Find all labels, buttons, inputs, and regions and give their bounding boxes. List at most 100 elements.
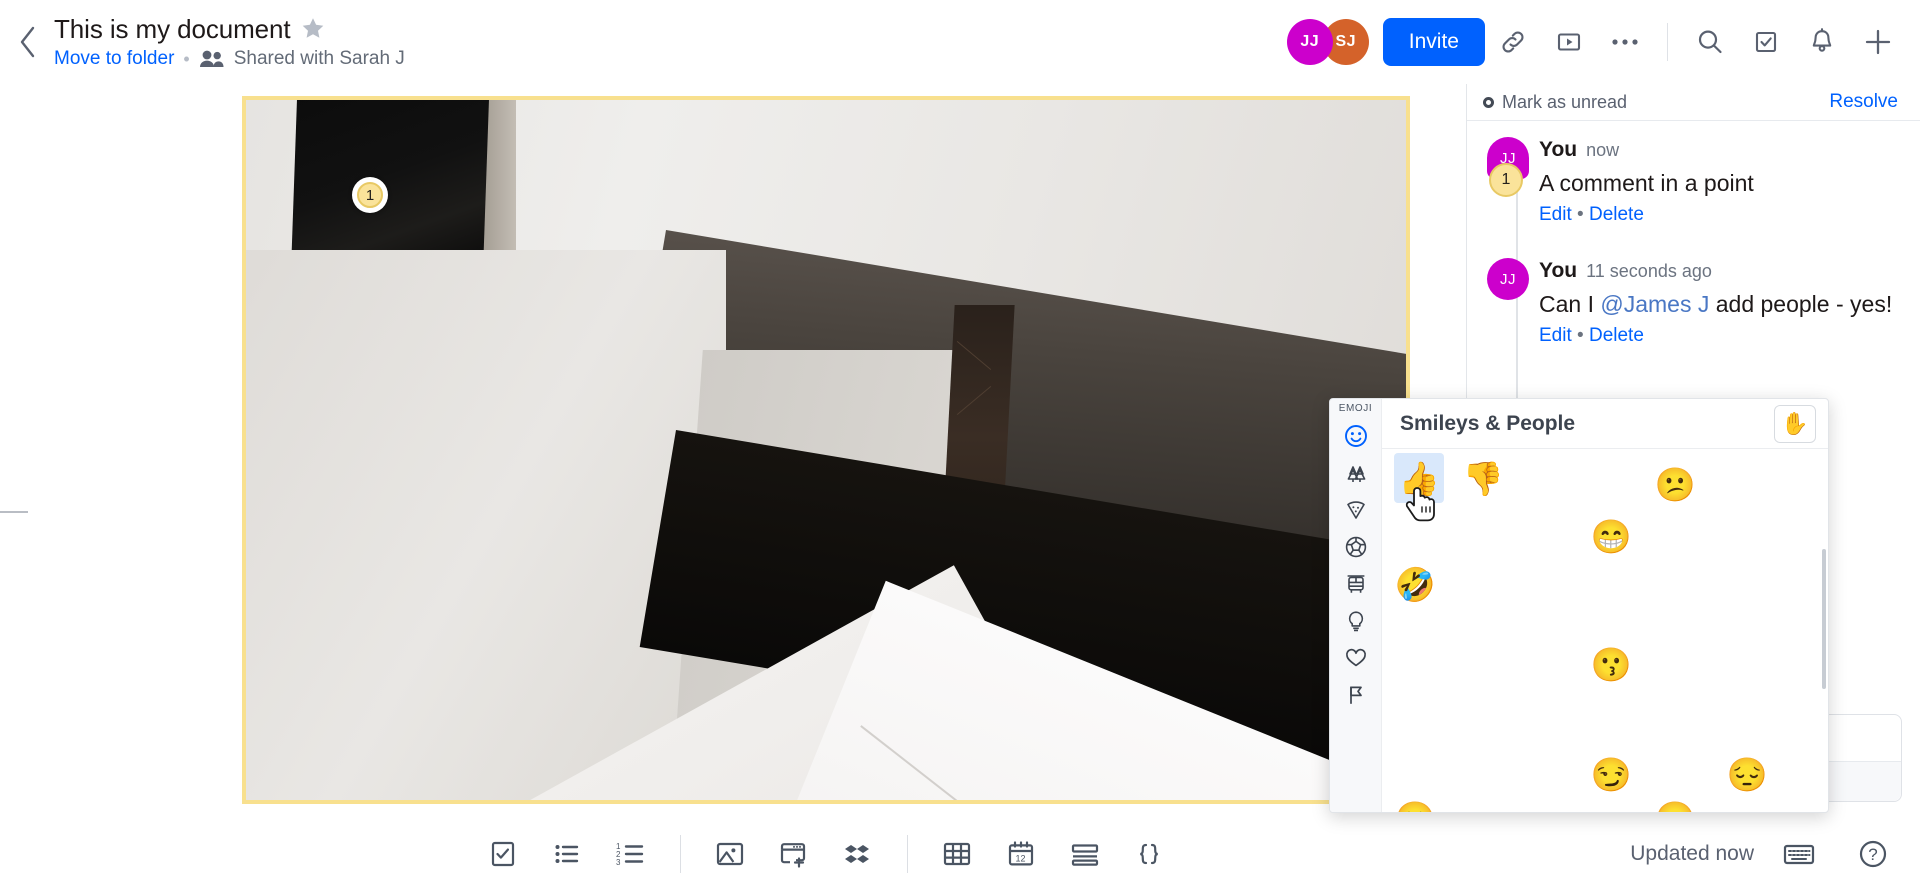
emoji-section-title: Smileys & People <box>1400 411 1576 435</box>
delete-comment-link[interactable]: Delete <box>1589 325 1644 346</box>
code-block-icon[interactable] <box>1120 825 1178 883</box>
edit-comment-link[interactable]: Edit <box>1539 204 1572 225</box>
travel-places-category-icon[interactable] <box>1336 565 1376 602</box>
notifications-button[interactable] <box>1794 14 1850 70</box>
emoji-category-rail: EMOJI <box>1330 399 1382 812</box>
header-separator: • <box>183 48 190 69</box>
symbols-category-icon[interactable] <box>1336 639 1376 676</box>
table-icon[interactable] <box>928 825 986 883</box>
star-icon[interactable] <box>301 17 325 40</box>
comment-avatar-column: JJ <box>1487 258 1539 347</box>
document-left-marker <box>0 511 28 513</box>
smileys-people-category-icon[interactable] <box>1336 417 1376 454</box>
svg-text:3: 3 <box>616 858 621 867</box>
tasks-checkbox-icon <box>1755 31 1777 53</box>
action-separator: • <box>1577 325 1584 346</box>
comment-pin-badge[interactable]: 1 <box>1489 163 1523 197</box>
more-horizontal-icon <box>1612 39 1638 45</box>
comment-thread: JJ 1 You now A comment in a point Edit •… <box>1467 121 1920 605</box>
checklist-icon[interactable] <box>474 825 532 883</box>
plus-icon <box>1865 29 1891 55</box>
comment-item: JJ You 11 seconds ago Can I @James J add… <box>1467 232 1920 353</box>
mark-as-unread-button[interactable]: Mark as unread <box>1483 92 1627 113</box>
beaming-face-emoji[interactable]: 😁 <box>1586 511 1636 561</box>
skin-tone-button[interactable]: ✋ <box>1774 404 1816 443</box>
comment-timestamp: 11 seconds ago <box>1586 261 1712 281</box>
comment-text-before: Can I <box>1539 291 1601 317</box>
thumbs-up-emoji[interactable]: 👍 <box>1394 453 1444 503</box>
comment-text: A comment in a point <box>1539 170 1754 196</box>
thumbs-down-emoji[interactable]: 👎 <box>1458 453 1508 503</box>
help-circle-icon[interactable]: ? <box>1844 825 1902 883</box>
flags-category-icon[interactable] <box>1336 676 1376 713</box>
image-icon[interactable] <box>701 825 759 883</box>
header-actions: JJ SJ Invite <box>1286 0 1920 84</box>
food-drink-category-icon[interactable] <box>1336 491 1376 528</box>
divider-block-icon[interactable] <box>1056 825 1114 883</box>
link-icon <box>1502 31 1524 53</box>
avatar[interactable]: JJ <box>1286 19 1333 65</box>
calendar-icon[interactable]: 12 <box>992 825 1050 883</box>
search-button[interactable] <box>1682 14 1738 70</box>
app-window: This is my document Move to folder • Sha… <box>0 0 1920 896</box>
confused-face-emoji-2[interactable]: 😕 <box>1390 793 1440 813</box>
objects-category-icon[interactable] <box>1336 602 1376 639</box>
bell-icon <box>1812 28 1832 52</box>
toolbar-divider <box>907 835 908 873</box>
svg-text:12: 12 <box>1016 854 1026 864</box>
confounded-face-emoji[interactable]: 😖 <box>1650 793 1700 813</box>
comment-timestamp: now <box>1586 140 1620 160</box>
emoji-picker-header: Smileys & People ✋ <box>1382 399 1828 449</box>
bulleted-list-icon[interactable] <box>538 825 596 883</box>
play-box-icon <box>1557 33 1581 51</box>
unread-dot-icon <box>1483 96 1494 108</box>
move-to-folder-link[interactable]: Move to folder <box>54 48 174 70</box>
photo-wall-left <box>246 250 726 800</box>
copy-link-button[interactable] <box>1485 14 1541 70</box>
emoji-grid[interactable]: 👍👎😕😁🤣😗😏😔😕😖😌😣 <box>1382 449 1828 812</box>
resolve-button[interactable]: Resolve <box>1829 91 1898 113</box>
tasks-button[interactable] <box>1738 14 1794 70</box>
numbered-list-icon[interactable]: 1 2 3 <box>602 825 660 883</box>
comment-actions: Edit • Delete <box>1539 325 1900 347</box>
rolling-on-floor-laughing-emoji[interactable]: 🤣 <box>1390 559 1440 609</box>
comment-text-after: add people - yes! <box>1709 291 1893 317</box>
comment-body: You now A comment in a point Edit • Dele… <box>1539 137 1900 226</box>
present-button[interactable] <box>1541 14 1597 70</box>
chevron-left-icon <box>20 26 35 58</box>
kissing-face-emoji[interactable]: 😗 <box>1586 639 1636 689</box>
dropbox-icon[interactable] <box>829 825 887 883</box>
status-area: Updated now ? <box>1630 812 1902 896</box>
avatar[interactable]: JJ <box>1487 258 1529 300</box>
pensive-face-emoji[interactable]: 😔 <box>1722 749 1772 799</box>
smirking-face-emoji[interactable]: 😏 <box>1586 749 1636 799</box>
activities-category-icon[interactable] <box>1336 528 1376 565</box>
people-icon <box>199 49 225 69</box>
updated-status: Updated now <box>1630 842 1754 865</box>
emoji-picker-popup[interactable]: EMOJI Smileys & People ✋ 👍 👎 😕 😁 🤣 😗 😏 😔 <box>1329 398 1829 813</box>
create-new-button[interactable] <box>1850 14 1906 70</box>
invite-button[interactable]: Invite <box>1382 18 1485 66</box>
comment-author: You <box>1539 259 1578 282</box>
mention-chip[interactable]: @James J <box>1600 291 1709 317</box>
delete-comment-link[interactable]: Delete <box>1589 204 1644 225</box>
edit-comment-link[interactable]: Edit <box>1539 325 1572 346</box>
embed-icon[interactable] <box>765 825 823 883</box>
annotation-pin[interactable]: 1 <box>352 177 388 213</box>
shared-with-label: Shared with Sarah J <box>233 47 405 69</box>
bottom-toolbar: 1 2 3 12 Updated now ? <box>0 812 1920 896</box>
svg-text:?: ? <box>1868 845 1877 864</box>
comment-avatar-column: JJ 1 <box>1487 137 1539 226</box>
nature-category-icon[interactable] <box>1336 454 1376 491</box>
comment-author: You <box>1539 138 1578 161</box>
more-options-button[interactable] <box>1597 14 1653 70</box>
room-photo <box>246 100 1406 800</box>
back-button[interactable] <box>6 20 50 64</box>
emoji-grid-scrollbar[interactable] <box>1822 549 1826 689</box>
keyboard-icon[interactable] <box>1770 825 1828 883</box>
toolbar-divider <box>680 835 681 873</box>
page-title[interactable]: This is my document <box>54 14 291 44</box>
image-block-selected[interactable]: 1 <box>242 96 1410 804</box>
confused-face-emoji[interactable]: 😕 <box>1650 459 1700 509</box>
header-divider <box>1667 23 1668 61</box>
